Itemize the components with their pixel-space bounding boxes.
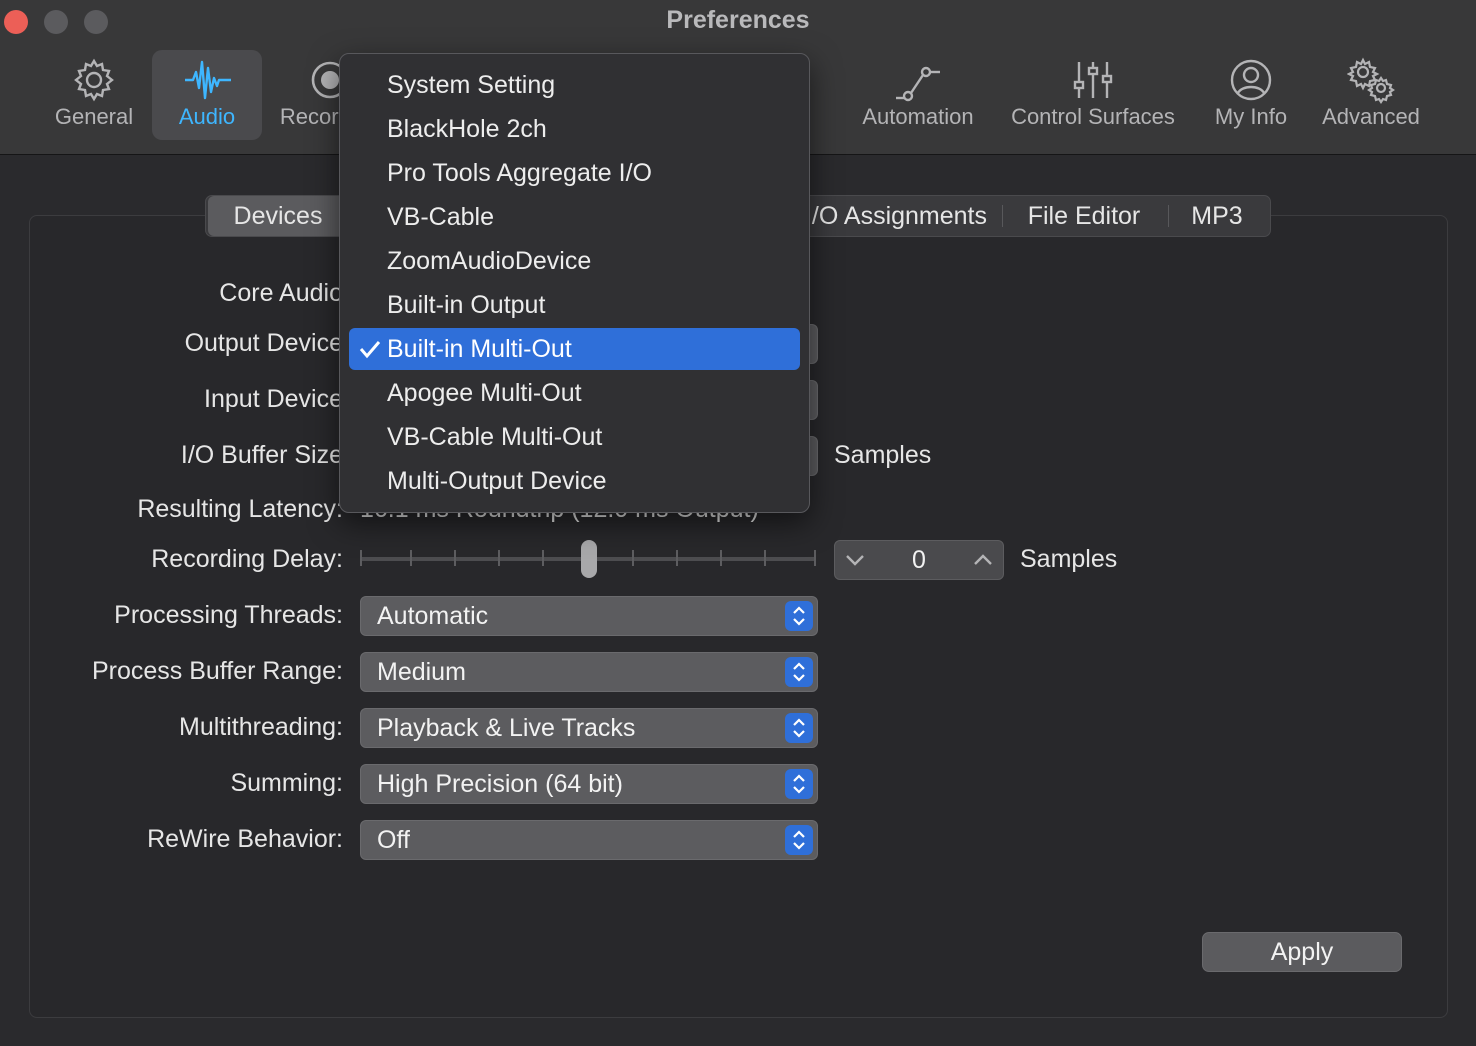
toolbar-item-general[interactable]: General bbox=[40, 50, 148, 140]
toolbar-item-label: Audio bbox=[178, 104, 236, 129]
chevron-updown-icon bbox=[785, 713, 813, 743]
output-device-label: Output Device bbox=[184, 329, 343, 357]
slider-tick bbox=[764, 550, 766, 566]
tab-devices[interactable]: Devices bbox=[208, 196, 348, 236]
tab-io-assignments[interactable]: I/O Assignments bbox=[796, 196, 996, 236]
rewire-behavior-popup[interactable]: Off bbox=[360, 820, 818, 860]
chevron-updown-icon bbox=[785, 769, 813, 799]
apply-button[interactable]: Apply bbox=[1202, 932, 1402, 972]
chevron-updown-icon bbox=[785, 657, 813, 687]
chevron-up-icon[interactable] bbox=[963, 541, 1003, 579]
process-buffer-range-popup[interactable]: Medium bbox=[360, 652, 818, 692]
toolbar-item-control-surfaces[interactable]: Control Surfaces bbox=[1000, 50, 1186, 140]
slider-tick bbox=[542, 550, 544, 566]
menu-item[interactable]: Built-in Output bbox=[349, 284, 800, 326]
toolbar-item-label: General bbox=[54, 104, 134, 129]
checkmark-icon bbox=[357, 328, 383, 370]
slider-tick bbox=[676, 550, 678, 566]
menu-item[interactable]: ZoomAudioDevice bbox=[349, 240, 800, 282]
tab-separator bbox=[1002, 205, 1003, 227]
popup-value: High Precision (64 bit) bbox=[377, 770, 623, 798]
tab-file-editor[interactable]: File Editor bbox=[1012, 196, 1156, 236]
slider-thumb[interactable] bbox=[581, 540, 597, 578]
tab-separator bbox=[1168, 205, 1169, 227]
toolbar-item-automation[interactable]: Automation bbox=[852, 50, 984, 140]
toolbar-item-my-info[interactable]: My Info bbox=[1200, 50, 1302, 140]
user-icon bbox=[1227, 56, 1275, 104]
rewire-behavior-label: ReWire Behavior: bbox=[147, 825, 343, 853]
chevron-updown-icon bbox=[785, 825, 813, 855]
slider-tick bbox=[454, 550, 456, 566]
popup-value: Playback & Live Tracks bbox=[377, 714, 636, 742]
waveform-icon bbox=[183, 56, 231, 104]
toolbar-item-audio[interactable]: Audio bbox=[152, 50, 262, 140]
popup-value: Automatic bbox=[377, 602, 489, 630]
slider-tick bbox=[814, 550, 816, 566]
chevron-updown-icon bbox=[785, 601, 813, 631]
slider-tick bbox=[410, 550, 412, 566]
tab-mp3[interactable]: MP3 bbox=[1176, 196, 1258, 236]
recording-delay-slider[interactable] bbox=[360, 540, 816, 580]
slider-tick bbox=[360, 550, 362, 566]
multithreading-popup[interactable]: Playback & Live Tracks bbox=[360, 708, 818, 748]
slider-tick bbox=[720, 550, 722, 566]
recording-delay-stepper: 0 bbox=[834, 540, 1004, 580]
toolbar-item-advanced[interactable]: Advanced bbox=[1312, 50, 1430, 140]
toolbar-item-label: My Info bbox=[1214, 104, 1288, 129]
buffer-size-label: I/O Buffer Size bbox=[180, 441, 343, 469]
menu-item[interactable]: VB-Cable bbox=[349, 196, 800, 238]
buffer-size-unit: Samples bbox=[834, 441, 932, 469]
toolbar-item-label: Control Surfaces bbox=[1011, 104, 1175, 129]
summing-popup[interactable]: High Precision (64 bit) bbox=[360, 764, 818, 804]
menu-item[interactable]: BlackHole 2ch bbox=[349, 108, 800, 150]
output-device-menu: System Setting BlackHole 2ch Pro Tools A… bbox=[339, 53, 810, 513]
multithreading-label: Multithreading: bbox=[179, 713, 343, 741]
recording-delay-label: Recording Delay: bbox=[151, 545, 343, 573]
menu-item[interactable]: Multi-Output Device bbox=[349, 460, 800, 502]
recording-delay-unit: Samples bbox=[1020, 545, 1118, 573]
menu-item[interactable]: Apogee Multi-Out bbox=[349, 372, 800, 414]
gear-icon bbox=[70, 56, 118, 104]
input-device-label: Input Device bbox=[204, 385, 343, 413]
menu-item[interactable]: VB-Cable Multi-Out bbox=[349, 416, 800, 458]
menu-item[interactable]: System Setting bbox=[349, 64, 800, 106]
processing-threads-popup[interactable]: Automatic bbox=[360, 596, 818, 636]
summing-label: Summing: bbox=[230, 769, 343, 797]
menu-item-selected[interactable]: Built-in Multi-Out bbox=[349, 328, 800, 370]
core-audio-label: Core Audio bbox=[219, 279, 343, 307]
sliders-icon bbox=[1069, 56, 1117, 104]
slider-tick bbox=[498, 550, 500, 566]
automation-icon bbox=[894, 56, 942, 104]
process-buffer-range-label: Process Buffer Range: bbox=[91, 657, 343, 685]
chevron-down-icon[interactable] bbox=[835, 541, 875, 579]
gears-icon bbox=[1346, 56, 1395, 104]
recording-delay-value[interactable]: 0 bbox=[875, 541, 963, 579]
toolbar-item-label: Advanced bbox=[1322, 104, 1420, 129]
popup-value: Off bbox=[377, 826, 410, 854]
popup-value: Medium bbox=[377, 658, 466, 686]
latency-label: Resulting Latency: bbox=[137, 495, 343, 523]
window-title: Preferences bbox=[666, 6, 810, 34]
slider-tick bbox=[632, 550, 634, 566]
toolbar-item-label: Automation bbox=[862, 104, 974, 129]
processing-threads-label: Processing Threads: bbox=[114, 601, 343, 629]
menu-item[interactable]: Pro Tools Aggregate I/O bbox=[349, 152, 800, 194]
